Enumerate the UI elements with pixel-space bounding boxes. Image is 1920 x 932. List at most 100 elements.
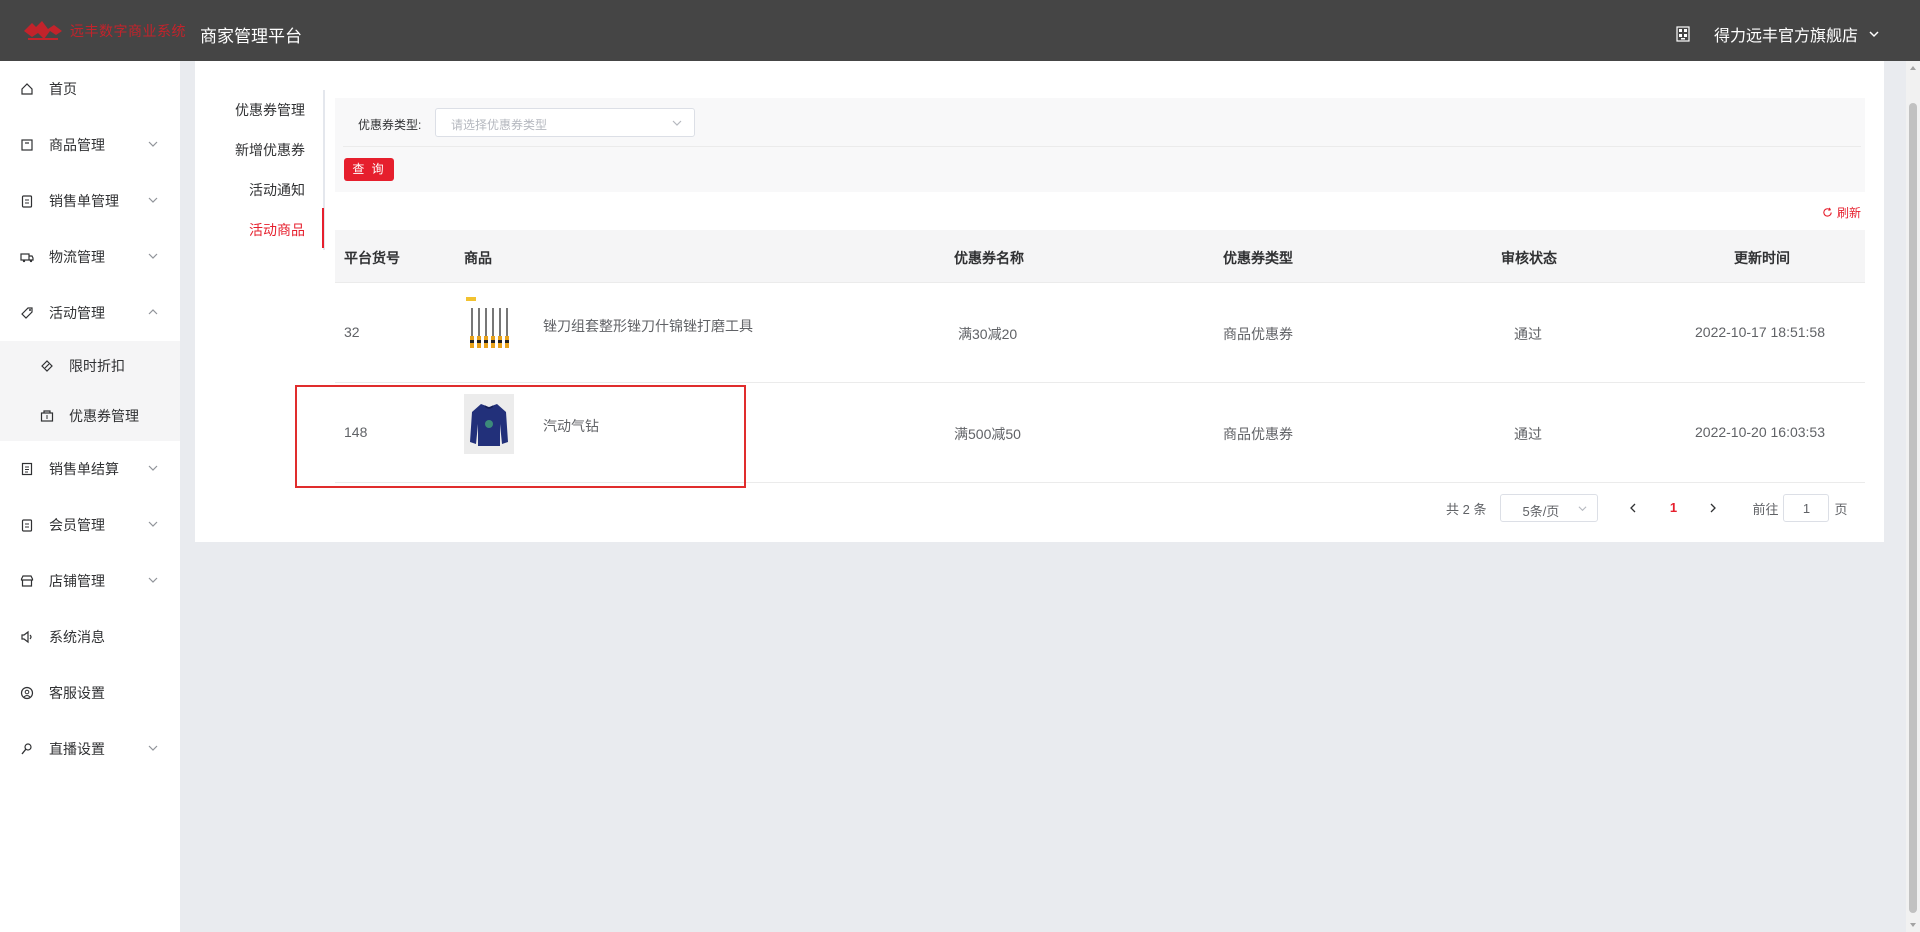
sidebar-item-system-messages[interactable]: 系统消息	[0, 609, 180, 665]
chevron-down-icon	[148, 745, 158, 751]
coupon-type-select[interactable]: 请选择优惠券类型	[435, 108, 695, 137]
coupon-type-label: 优惠券类型:	[358, 118, 422, 132]
cell-coupon-name: 满500减50	[954, 426, 1021, 442]
store-icon	[20, 575, 34, 587]
sidebar-item-label: 直播设置	[49, 741, 105, 757]
pagination-total: 共 2 条	[1446, 501, 1487, 517]
chevron-down-icon	[148, 577, 158, 583]
chevron-down-icon	[148, 197, 158, 203]
scroll-up-icon[interactable]	[1909, 64, 1917, 72]
chevron-left-icon	[1630, 503, 1636, 513]
discount-icon	[41, 360, 53, 372]
qrcode-icon[interactable]	[1674, 25, 1692, 43]
cell-audit-status: 通过	[1514, 426, 1542, 442]
cell-updated-time: 2022-10-20 16:03:53	[1695, 424, 1825, 440]
sidebar-item-home[interactable]: 首页	[0, 61, 180, 117]
table-header: 平台货号 商品 优惠券名称 优惠券类型 审核状态 更新时间	[335, 230, 1865, 283]
sidebar-item-label: 会员管理	[49, 517, 105, 533]
live-icon	[21, 743, 32, 755]
logo-text: 远丰数字商业系统	[70, 23, 186, 39]
column-header-coupon-name: 优惠券名称	[954, 250, 1024, 266]
header-user-menu[interactable]: 得力远丰官方旗舰店	[1674, 22, 1880, 46]
product-image[interactable]	[464, 294, 514, 354]
refresh-button[interactable]: 刷新	[1822, 204, 1861, 221]
active-tab-indicator	[322, 208, 324, 248]
highlight-annotation-box	[295, 385, 746, 488]
filter-panel: 优惠券类型: 请选择优惠券类型 查 询	[335, 98, 1865, 192]
scrollbar-thumb[interactable]	[1909, 103, 1917, 913]
goto-page-input[interactable]	[1783, 494, 1830, 522]
tab-coupon-management[interactable]: 优惠券管理	[235, 100, 305, 120]
chevron-down-icon	[148, 141, 158, 147]
logo[interactable]: 远丰数字商业系统	[22, 18, 186, 44]
sidebar-item-goods[interactable]: 商品管理	[0, 117, 180, 173]
refresh-label: 刷新	[1837, 206, 1862, 220]
sidebar-item-label: 商品管理	[49, 137, 105, 153]
page-number-current[interactable]: 1	[1658, 494, 1688, 522]
sidebar-item-sales-settlement[interactable]: 销售单结算	[0, 441, 180, 497]
cell-product-name[interactable]: 锉刀组套整形锉刀什锦锉打磨工具	[543, 316, 753, 336]
top-header: 远丰数字商业系统 商家管理平台 得力远丰官方旗舰店	[0, 0, 1920, 61]
sidebar-item-store[interactable]: 店铺管理	[0, 553, 180, 609]
chevron-down-icon	[148, 253, 158, 259]
member-icon	[21, 519, 33, 532]
goto-suffix: 页	[1834, 501, 1848, 517]
cell-audit-status: 通过	[1514, 326, 1542, 342]
tab-activity-goods[interactable]: 活动商品	[249, 220, 305, 240]
cell-updated-time: 2022-10-17 18:51:58	[1695, 324, 1825, 340]
sidebar-submenu-activities: 限时折扣 优惠券管理	[0, 341, 180, 441]
coupon-type-placeholder: 请选择优惠券类型	[451, 118, 548, 132]
sidebar-item-label: 客服设置	[49, 685, 105, 701]
platform-title: 商家管理平台	[200, 27, 302, 46]
page-size-value: 5条/页	[1522, 504, 1560, 519]
cell-coupon-name: 满30减20	[958, 326, 1018, 342]
document-icon	[21, 462, 33, 476]
chevron-down-icon	[148, 465, 158, 471]
sidebar-item-logistics[interactable]: 物流管理	[0, 229, 180, 285]
cell-coupon-type: 商品优惠券	[1223, 426, 1293, 442]
sidebar-item-label: 销售单结算	[49, 461, 119, 477]
logo-icon	[24, 21, 62, 40]
sidebar-item-label: 物流管理	[49, 249, 105, 265]
truck-icon	[20, 253, 34, 263]
chevron-down-icon	[1578, 506, 1587, 512]
shop-name[interactable]: 得力远丰官方旗舰店	[1714, 22, 1858, 46]
pagination: 共 2 条 5条/页 1 前往 页	[1446, 494, 1848, 522]
speaker-icon	[21, 630, 32, 644]
file-tools-image	[466, 297, 509, 348]
chevron-down-icon	[148, 521, 158, 527]
sidebar-item-live-settings[interactable]: 直播设置	[0, 721, 180, 777]
column-header-updated-time: 更新时间	[1734, 250, 1790, 266]
chevron-down-icon	[672, 120, 682, 126]
vertical-scrollbar[interactable]	[1906, 61, 1920, 932]
tab-add-coupon[interactable]: 新增优惠券	[235, 140, 305, 160]
clipboard-icon	[21, 195, 33, 208]
cell-sku: 32	[344, 324, 360, 340]
sidebar-item-sales-orders[interactable]: 销售单管理	[0, 173, 180, 229]
sidebar-item-customer-service[interactable]: 客服设置	[0, 665, 180, 721]
sidebar: 首页 商品管理 销售单管理 物流管理 活动管理 限时折扣 优惠券管理 销售单结算…	[0, 61, 180, 932]
next-page-button[interactable]	[1698, 494, 1728, 522]
goto-page: 前往 页	[1752, 494, 1848, 522]
sidebar-subitem-coupon-management[interactable]: 优惠券管理	[0, 391, 180, 441]
coupon-icon	[40, 410, 54, 422]
chevron-down-icon	[1869, 31, 1879, 38]
goto-prefix: 前往	[1752, 501, 1779, 517]
column-header-coupon-type: 优惠券类型	[1223, 250, 1293, 266]
sidebar-item-label: 系统消息	[49, 629, 105, 645]
scroll-down-icon[interactable]	[1909, 921, 1917, 929]
table-row[interactable]: 32 锉刀组套整形锉刀什锦锉打磨工具 满30减20 商品优惠券 通过 2022-…	[335, 283, 1865, 383]
page-size-select[interactable]: 5条/页	[1500, 494, 1599, 522]
home-icon	[21, 83, 33, 95]
query-button[interactable]: 查 询	[344, 158, 394, 181]
sidebar-item-activities[interactable]: 活动管理	[0, 285, 180, 341]
sidebar-subitem-flash-discount[interactable]: 限时折扣	[0, 341, 180, 391]
sidebar-item-members[interactable]: 会员管理	[0, 497, 180, 553]
tab-activity-notice[interactable]: 活动通知	[249, 180, 305, 200]
column-header-audit-status: 审核状态	[1501, 250, 1557, 266]
sidebar-item-label: 店铺管理	[49, 573, 105, 589]
prev-page-button[interactable]	[1618, 494, 1648, 522]
column-header-product: 商品	[464, 250, 492, 266]
divider	[343, 146, 1861, 147]
sidebar-item-label: 首页	[49, 81, 77, 97]
